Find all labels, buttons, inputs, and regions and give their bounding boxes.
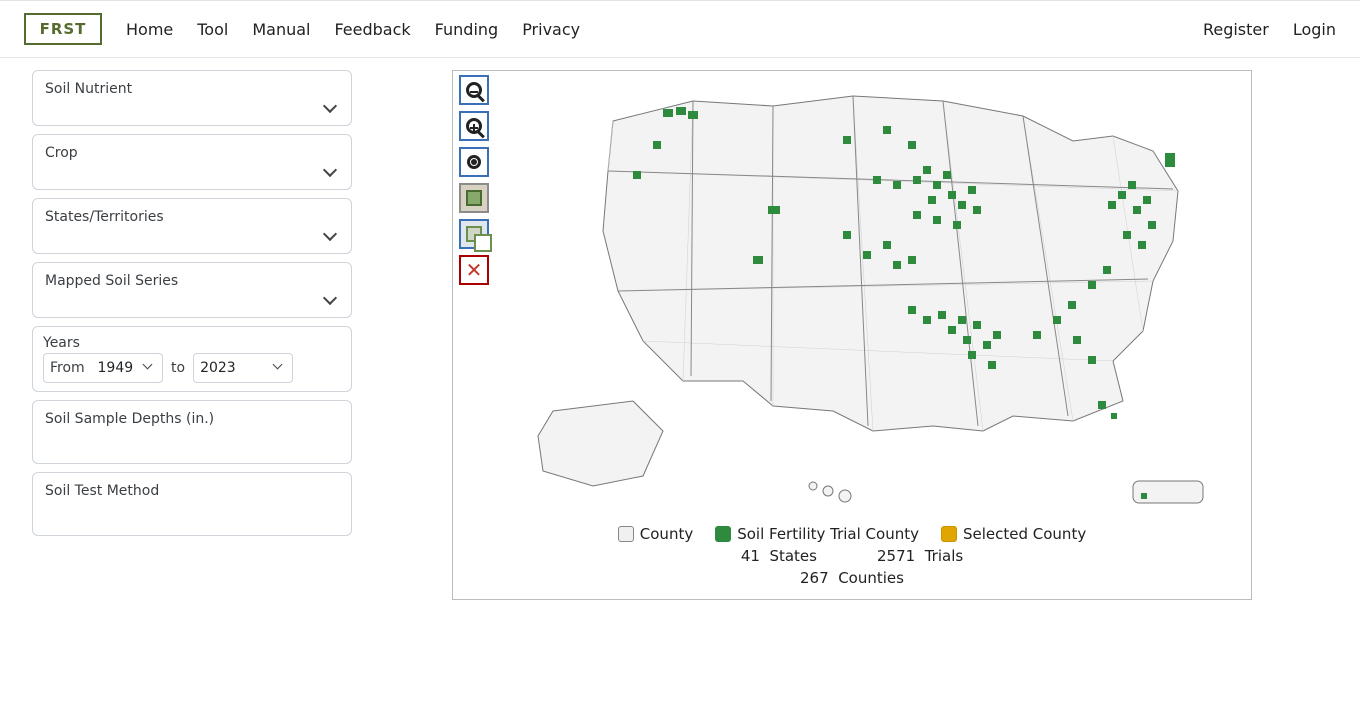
chevron-down-icon	[144, 363, 154, 373]
us-county-map[interactable]	[513, 81, 1233, 511]
zoom-in-button[interactable]	[459, 111, 489, 141]
year-to-value: 2023	[200, 360, 236, 376]
map-toolbar: ✕	[459, 75, 489, 285]
nav-login[interactable]: Login	[1293, 20, 1336, 39]
nav-tool[interactable]: Tool	[197, 20, 228, 39]
nav-right: Register Login	[1203, 20, 1336, 39]
filter-soil-nutrient[interactable]: Soil Nutrient	[32, 70, 352, 126]
stats-trials: 2571 Trials	[877, 547, 963, 565]
filter-years: Years From 1949 to 2023	[32, 326, 352, 392]
stats-trials-label: Trials	[925, 547, 963, 565]
stats-states: 41 States	[741, 547, 817, 565]
stats-counties-label: Counties	[838, 569, 904, 587]
filter-label: Crop	[45, 145, 339, 161]
legend-trial-county: Soil Fertility Trial County	[715, 525, 919, 543]
logo-text: FRST	[40, 20, 87, 38]
filter-states[interactable]: States/Territories	[32, 198, 352, 254]
x-icon: ✕	[466, 260, 483, 280]
nav-privacy[interactable]: Privacy	[522, 20, 580, 39]
recenter-button[interactable]	[459, 147, 489, 177]
square-icon	[466, 190, 482, 206]
target-icon	[467, 155, 481, 169]
filter-sample-depths[interactable]: Soil Sample Depths (in.)	[32, 400, 352, 464]
stats-counties: 267 Counties	[800, 569, 904, 587]
filter-label: Soil Test Method	[45, 483, 339, 499]
chevron-down-icon	[274, 363, 284, 373]
toggle-layers-button[interactable]	[459, 219, 489, 249]
filter-label: Mapped Soil Series	[45, 273, 339, 289]
zoom-out-icon	[466, 82, 482, 98]
zoom-out-button[interactable]	[459, 75, 489, 105]
year-to-select[interactable]: 2023	[193, 353, 293, 383]
nav-funding[interactable]: Funding	[435, 20, 499, 39]
layers-icon	[466, 226, 482, 242]
chevron-down-icon[interactable]	[323, 165, 337, 179]
chevron-down-icon[interactable]	[323, 293, 337, 307]
stats-counties-count: 267	[800, 569, 829, 587]
filter-label: Years	[43, 335, 341, 351]
zoom-in-icon	[466, 118, 482, 134]
swatch-county-icon	[618, 526, 634, 542]
from-label: From	[50, 360, 87, 376]
clear-selection-button[interactable]: ✕	[459, 255, 489, 285]
filter-label: Soil Nutrient	[45, 81, 339, 97]
stats-row: 41 States 2571 Trials	[741, 547, 963, 565]
map-panel[interactable]: ✕	[452, 70, 1252, 600]
nav-home[interactable]: Home	[126, 20, 173, 39]
highlight-layer-button[interactable]	[459, 183, 489, 213]
legend-selected-label: Selected County	[963, 525, 1086, 543]
top-nav: FRST Home Tool Manual Feedback Funding P…	[0, 0, 1360, 58]
swatch-selected-icon	[941, 526, 957, 542]
content: Soil Nutrient Crop States/Territories Ma…	[0, 58, 1360, 600]
legend-trial-label: Soil Fertility Trial County	[737, 525, 919, 543]
filter-label: Soil Sample Depths (in.)	[45, 411, 339, 427]
filter-test-method[interactable]: Soil Test Method	[32, 472, 352, 536]
nav-feedback[interactable]: Feedback	[334, 20, 410, 39]
nav-manual[interactable]: Manual	[252, 20, 310, 39]
stats-states-label: States	[769, 547, 817, 565]
legend-row: County Soil Fertility Trial County Selec…	[618, 525, 1086, 543]
filters-sidebar: Soil Nutrient Crop States/Territories Ma…	[32, 70, 352, 536]
year-from-value: 1949	[98, 360, 134, 376]
legend-selected-county: Selected County	[941, 525, 1086, 543]
chevron-down-icon[interactable]	[323, 101, 337, 115]
logo[interactable]: FRST	[24, 13, 102, 45]
legend-county: County	[618, 525, 693, 543]
filter-label: States/Territories	[45, 209, 339, 225]
swatch-trial-icon	[715, 526, 731, 542]
nav-left: FRST Home Tool Manual Feedback Funding P…	[24, 13, 580, 45]
to-label: to	[171, 360, 185, 376]
legend-county-label: County	[640, 525, 693, 543]
stats-states-count: 41	[741, 547, 760, 565]
filter-crop[interactable]: Crop	[32, 134, 352, 190]
nav-register[interactable]: Register	[1203, 20, 1269, 39]
chevron-down-icon[interactable]	[323, 229, 337, 243]
year-from-select[interactable]: From 1949	[43, 353, 163, 383]
map-legend: County Soil Fertility Trial County Selec…	[453, 525, 1251, 587]
stats-trials-count: 2571	[877, 547, 915, 565]
map-section: ✕	[452, 70, 1252, 600]
filter-mapped-soil-series[interactable]: Mapped Soil Series	[32, 262, 352, 318]
nav-links: Home Tool Manual Feedback Funding Privac…	[126, 20, 580, 39]
